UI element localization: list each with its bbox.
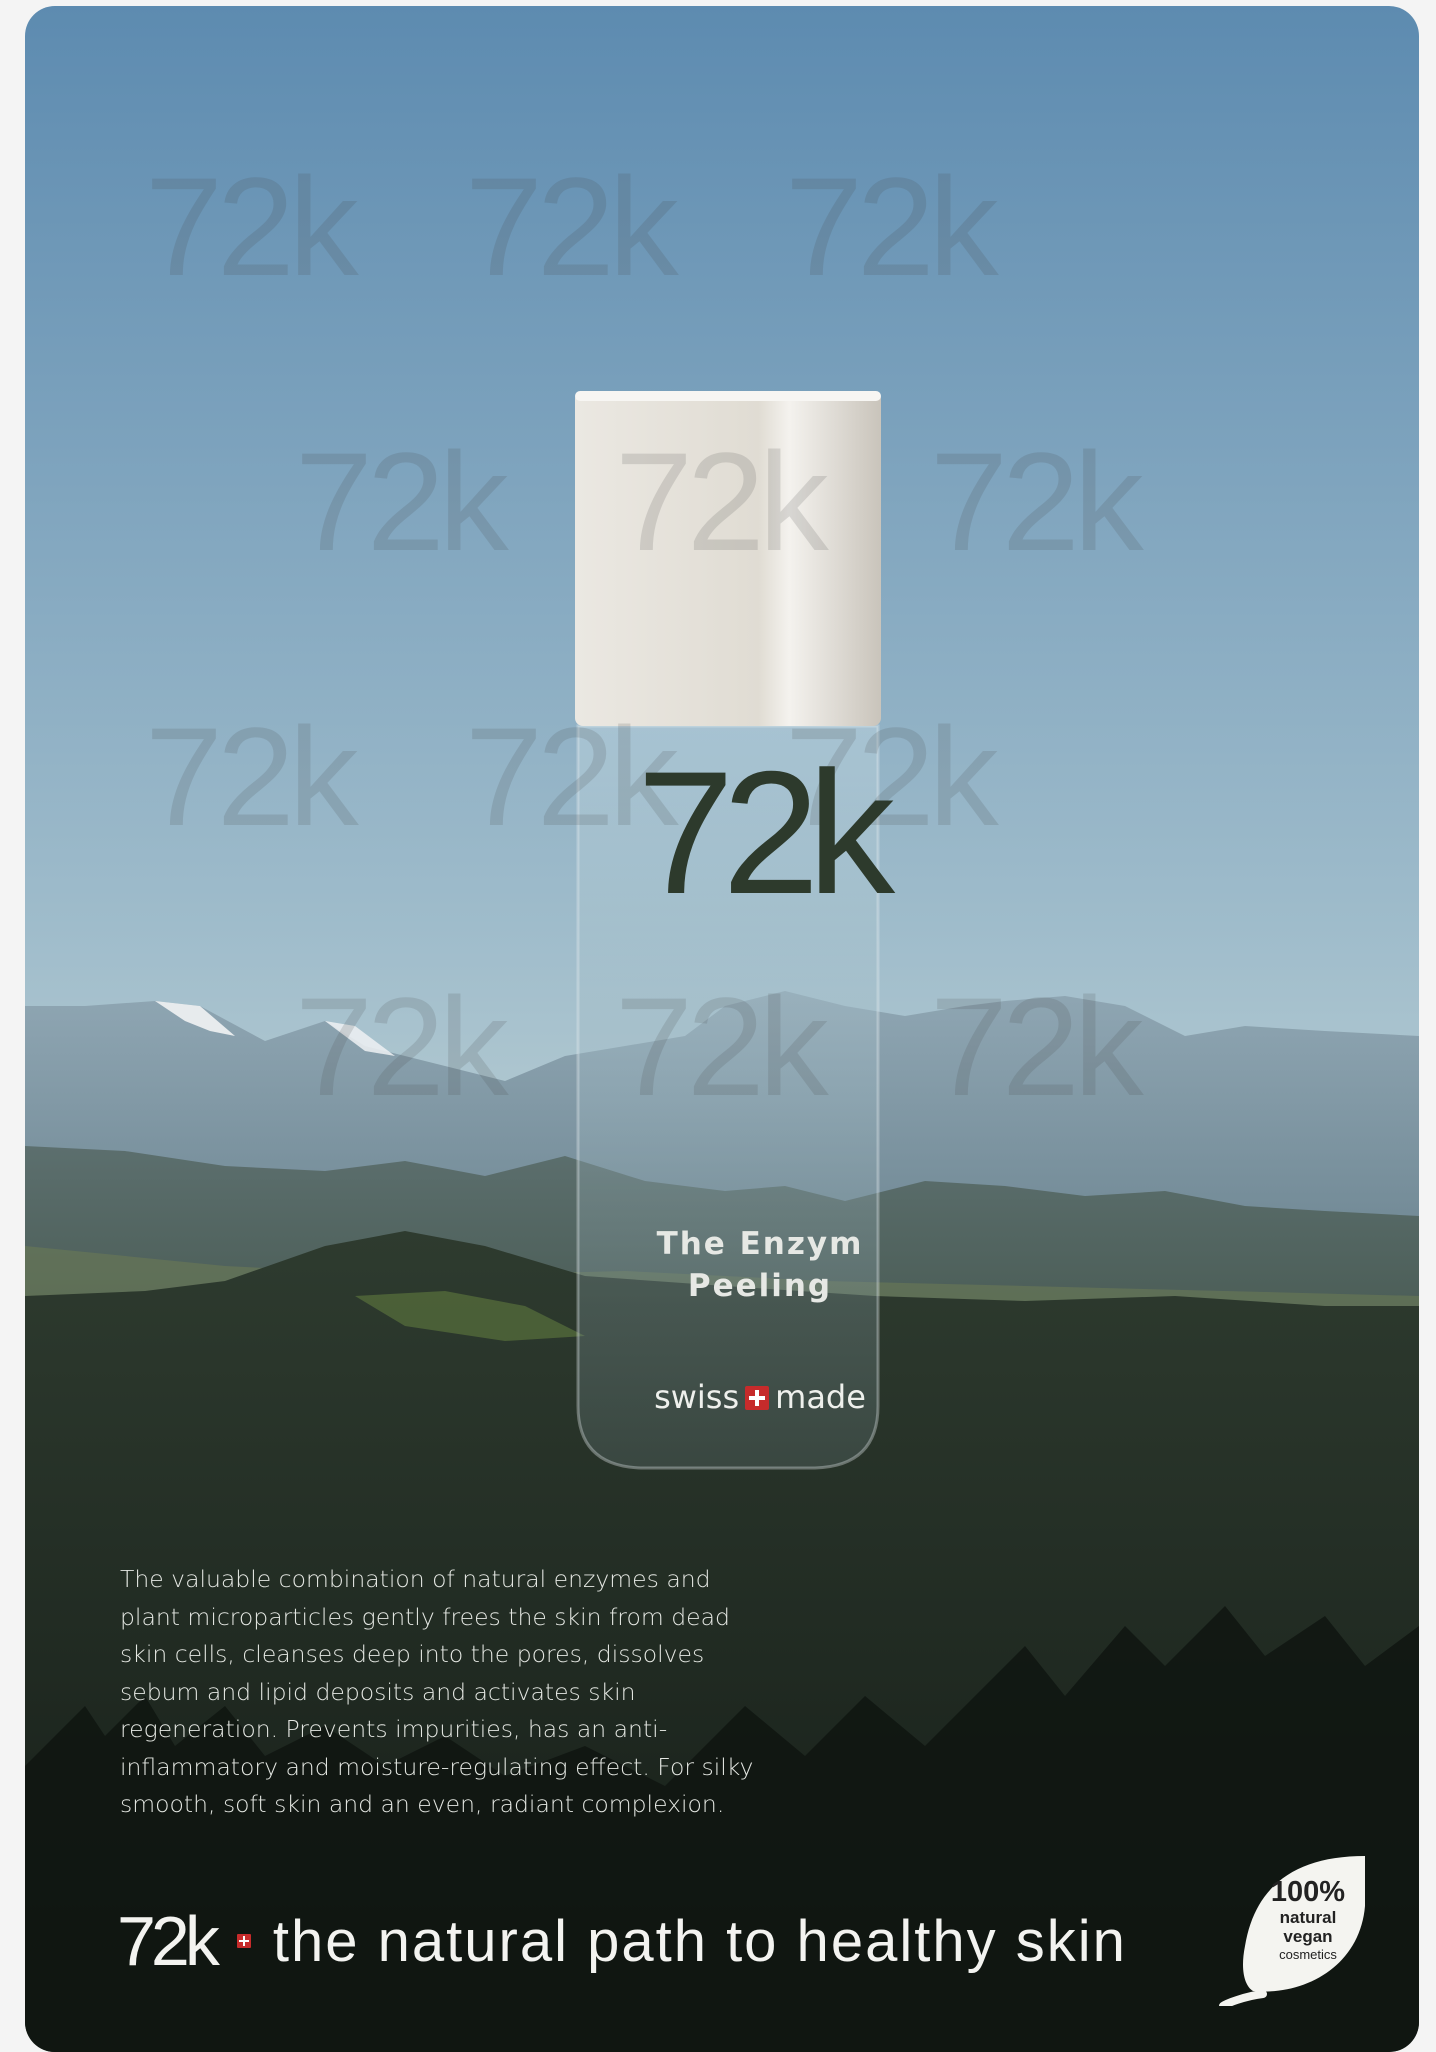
badge-text: 100% natural vegan cosmetics <box>1253 1876 1363 1963</box>
swiss-made-label: swiss made <box>610 1378 910 1416</box>
badge-line3: cosmetics <box>1279 1947 1337 1962</box>
vegan-badge: 100% natural vegan cosmetics <box>1215 1846 1375 2010</box>
bottle-logo: 72k <box>636 736 895 931</box>
swiss-cross-icon <box>236 1934 251 1948</box>
product-name: The Enzym Peeling <box>610 1223 910 1307</box>
swiss-cross-icon <box>745 1386 770 1410</box>
badge-line1: natural <box>1279 1908 1337 1927</box>
badge-percent: 100% <box>1270 1876 1346 1908</box>
product-description: The valuable combination of natural enzy… <box>120 1565 754 1818</box>
tagline: 72k the natural path to healthy skin <box>117 1901 1217 1981</box>
swiss-text: swiss <box>654 1378 740 1416</box>
ad-poster: 72k 72k 72k 72k 72k 72k 72k 72k 72k 72k … <box>25 6 1419 2052</box>
badge-line2: vegan <box>1283 1927 1333 1946</box>
product-name-line1: The Enzym <box>656 1226 864 1262</box>
slogan: the natural path to healthy skin <box>272 1908 1127 1974</box>
made-text: made <box>775 1378 866 1416</box>
brand-logo: 72k <box>117 1902 220 1980</box>
product-name-line2: Peeling <box>687 1268 833 1304</box>
